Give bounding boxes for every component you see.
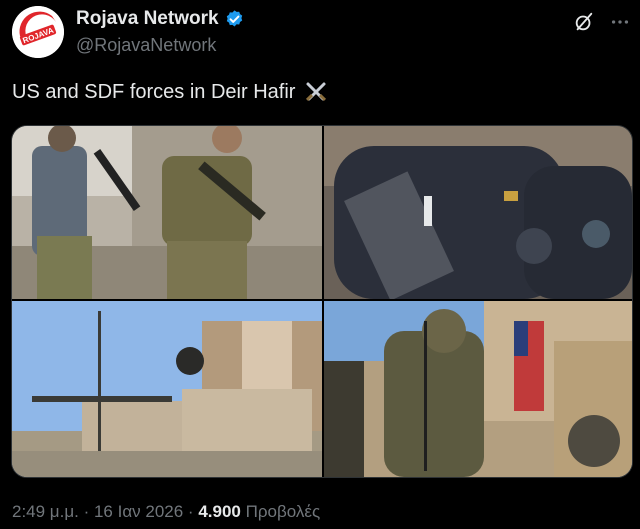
tweet-date[interactable]: 16 Ιαν 2026	[94, 502, 183, 521]
photo-soldier-flag[interactable]	[324, 301, 632, 477]
avatar[interactable]: ROJAVA	[12, 6, 64, 58]
name-row: Rojava Network	[76, 8, 245, 30]
more-horizontal-icon[interactable]	[606, 8, 634, 36]
handle[interactable]: @RojavaNetwork	[76, 35, 216, 56]
grok-icon[interactable]	[570, 8, 598, 36]
rojava-logo: ROJAVA	[12, 6, 64, 58]
tweet-meta: 2:49 μ.μ. · 16 Ιαν 2026 · 4.900 Προβολές	[12, 502, 320, 522]
verified-badge-icon[interactable]	[224, 9, 245, 30]
photo-gear-closeup[interactable]	[324, 126, 632, 299]
views-count[interactable]: 4.900	[198, 502, 241, 521]
photo-armored-vehicle[interactable]	[12, 301, 322, 477]
views-label: Προβολές	[245, 502, 321, 521]
tweet-text: US and SDF forces in Deir Hafir	[12, 79, 329, 105]
display-name[interactable]: Rojava Network	[76, 8, 219, 30]
tweet-body: US and SDF forces in Deir Hafir	[12, 80, 296, 103]
meta-separator: ·	[78, 502, 94, 521]
crossed-swords-icon	[303, 79, 329, 105]
photo-soldiers-street[interactable]	[12, 126, 322, 299]
meta-separator-2: ·	[183, 502, 199, 521]
media-grid	[11, 125, 633, 478]
tweet-time[interactable]: 2:49 μ.μ.	[12, 502, 79, 521]
